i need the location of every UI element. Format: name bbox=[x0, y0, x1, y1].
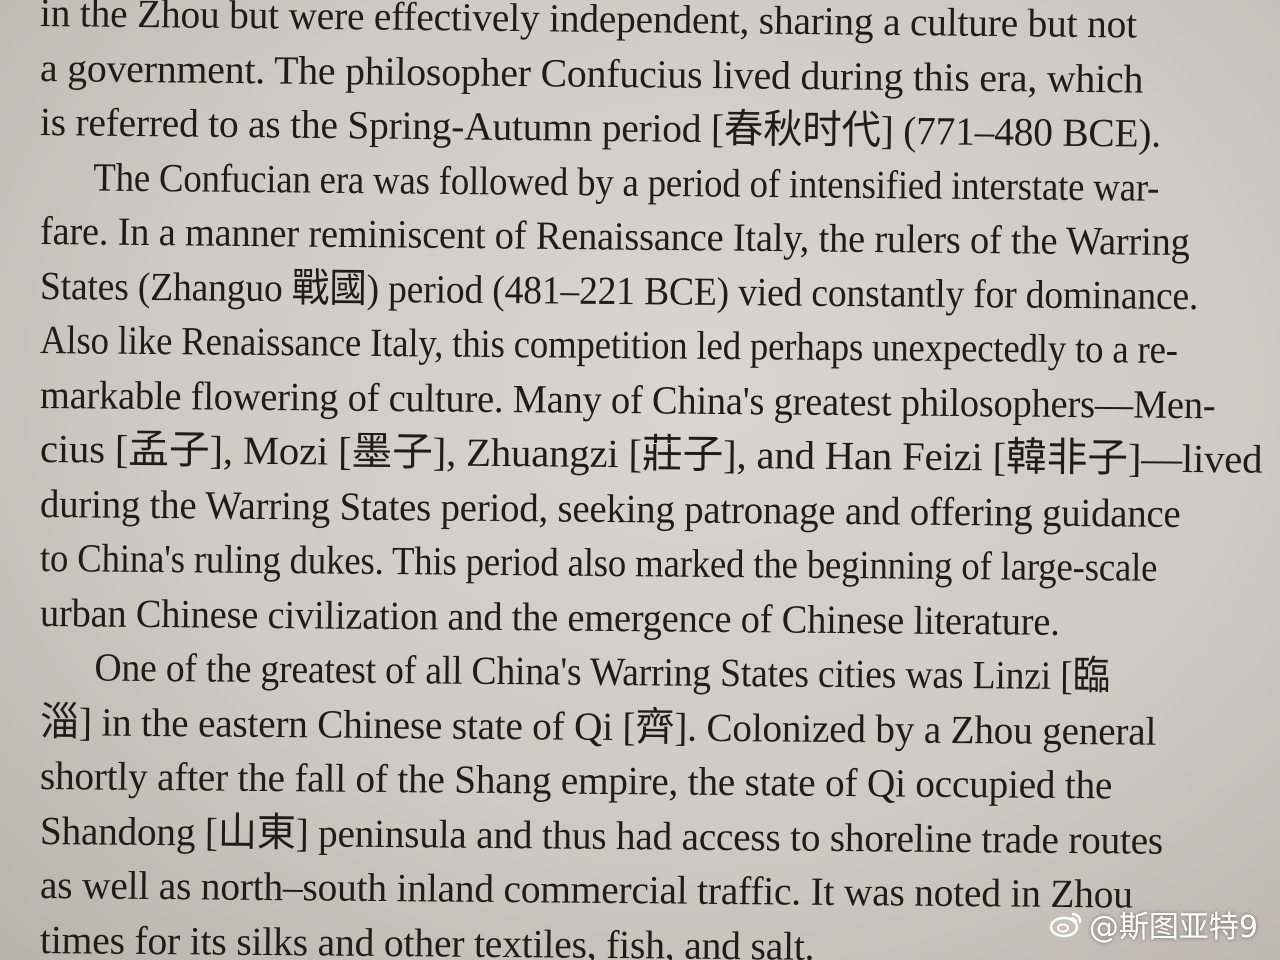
watermark-text: @斯图亚特9 bbox=[1088, 910, 1258, 945]
watermark: @斯图亚特9 bbox=[1049, 902, 1258, 946]
text-line: States (Zhanguo 戰國) period (481–221 BCE)… bbox=[39, 262, 1199, 318]
text-line: cius [孟子], Mozi [墨子], Zhuangzi [莊子], and… bbox=[39, 426, 1263, 482]
text-line: One of the greatest of all China's Warri… bbox=[94, 644, 1111, 699]
book-page-photo: in the Zhou but were effectively indepen… bbox=[0, 0, 1280, 960]
text-line: markable flowering of culture. Many of C… bbox=[39, 371, 1216, 427]
text-line: urban Chinese civilization and the emerg… bbox=[39, 589, 1060, 644]
text-line: Also like Renaissance Italy, this compet… bbox=[39, 317, 1178, 372]
text-line: shortly after the fall of the Shang empi… bbox=[39, 753, 1113, 808]
book-text: in the Zhou but were effectively indepen… bbox=[39, 0, 1263, 960]
weibo-icon bbox=[1049, 912, 1082, 938]
text-line: to China's ruling dukes. This period als… bbox=[39, 535, 1158, 590]
